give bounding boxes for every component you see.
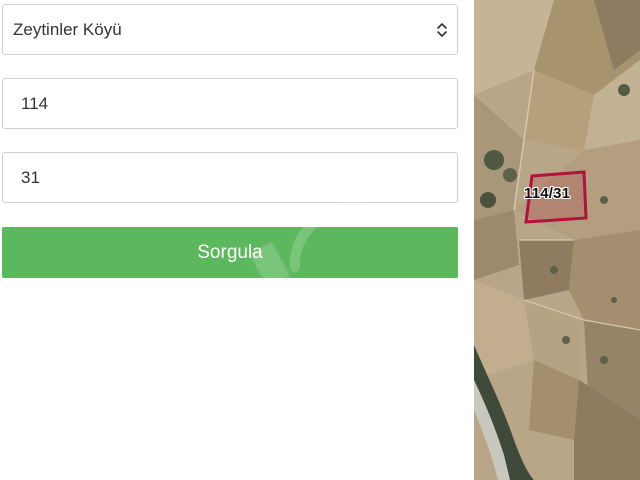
parcel-query-page: Zeytinler Köyü 114 31 Sorgula 114/31 [0, 0, 640, 480]
village-select-value: Zeytinler Köyü [13, 19, 122, 39]
sorgula-button[interactable]: Sorgula [2, 227, 458, 278]
parsel-input-value: 31 [21, 167, 40, 187]
satellite-map[interactable]: 114/31 [474, 0, 640, 480]
ada-input-value: 114 [21, 93, 49, 113]
query-form-panel: Zeytinler Köyü 114 31 Sorgula [0, 0, 474, 480]
village-select[interactable]: Zeytinler Köyü [2, 4, 458, 55]
ada-input[interactable]: 114 [2, 78, 458, 129]
parcel-label: 114/31 [524, 185, 571, 202]
satellite-imagery [474, 0, 640, 480]
parsel-input[interactable]: 31 [2, 152, 458, 203]
up-down-chevron-icon [427, 5, 457, 54]
